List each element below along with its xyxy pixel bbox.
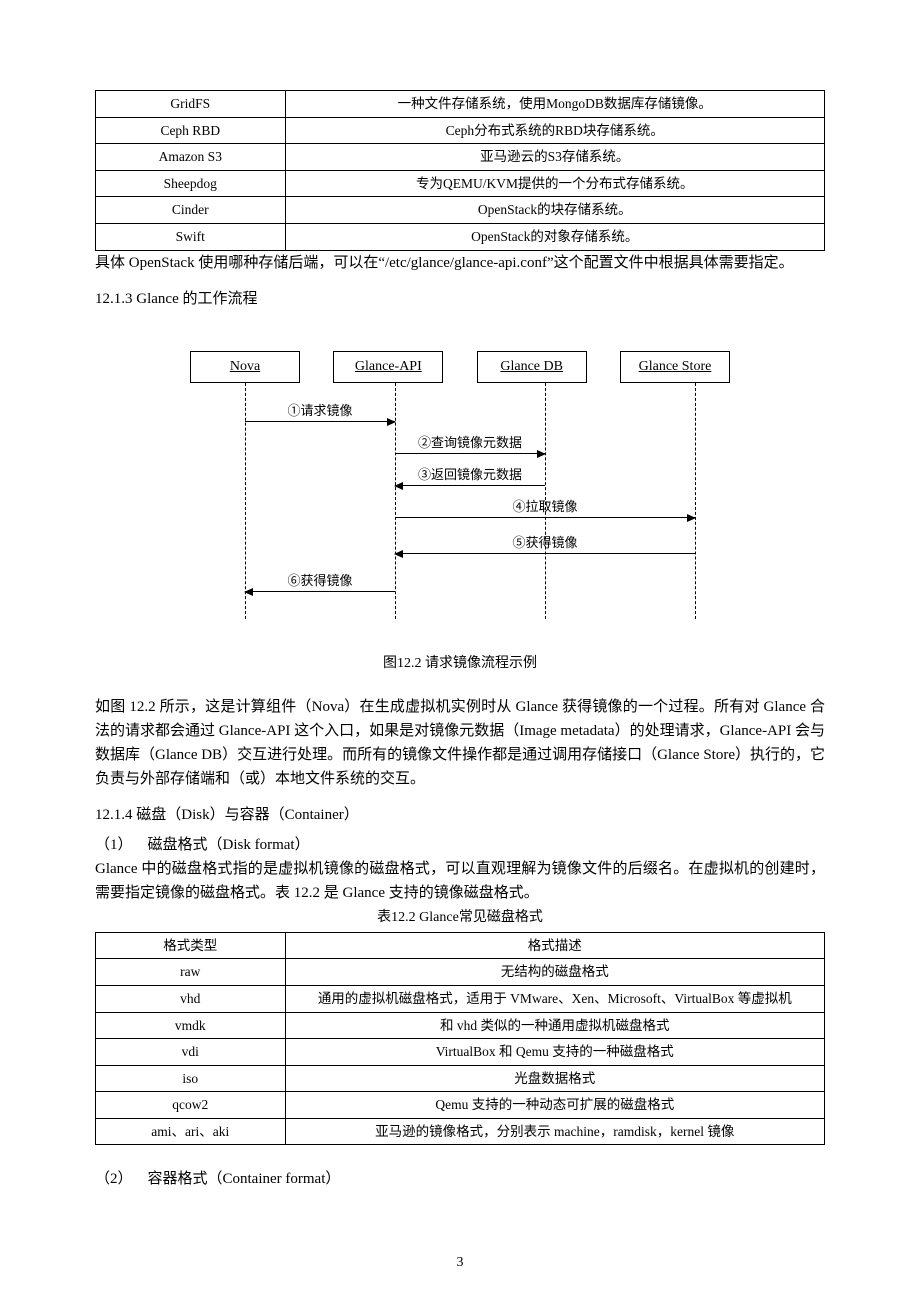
table-row: vdiVirtualBox 和 Qemu 支持的一种磁盘格式 bbox=[96, 1039, 825, 1066]
table-row: iso光盘数据格式 bbox=[96, 1065, 825, 1092]
table-cell: Cinder bbox=[96, 197, 286, 224]
page: GridFS一种文件存储系统，使用MongoDB数据库存储镜像。Ceph RBD… bbox=[0, 0, 920, 1302]
heading-item-2: （2） 容器格式（Container format） bbox=[95, 1167, 825, 1191]
sequence-actor: Nova bbox=[190, 351, 300, 383]
table-row: raw无结构的磁盘格式 bbox=[96, 959, 825, 986]
table-cell: Ceph分布式系统的RBD块存储系统。 bbox=[285, 117, 824, 144]
table-row: qcow2Qemu 支持的一种动态可扩展的磁盘格式 bbox=[96, 1092, 825, 1119]
sequence-message-label: ②查询镜像元数据 bbox=[395, 433, 545, 451]
heading-12-1-4: 12.1.4 磁盘（Disk）与容器（Container） bbox=[95, 803, 825, 827]
sequence-arrow bbox=[395, 553, 695, 554]
paragraph-disk-format: Glance 中的磁盘格式指的是虚拟机镜像的磁盘格式，可以直观理解为镜像文件的后… bbox=[95, 857, 825, 905]
table-cell: raw bbox=[96, 959, 286, 986]
sequence-actor: Glance-API bbox=[333, 351, 443, 383]
page-number: 3 bbox=[0, 1252, 920, 1274]
table-header-cell: 格式描述 bbox=[285, 932, 824, 959]
heading-12-1-3: 12.1.3 Glance 的工作流程 bbox=[95, 287, 825, 311]
figure-caption-12-2: 图12.2 请求镜像流程示例 bbox=[95, 653, 825, 675]
table-cell: GridFS bbox=[96, 91, 286, 118]
table-row: ami、ari、aki亚马逊的镜像格式，分别表示 machine，ramdisk… bbox=[96, 1118, 825, 1145]
table-cell: vdi bbox=[96, 1039, 286, 1066]
sequence-arrow bbox=[245, 421, 395, 422]
table-row: GridFS一种文件存储系统，使用MongoDB数据库存储镜像。 bbox=[96, 91, 825, 118]
sequence-arrow bbox=[245, 591, 395, 592]
table-cell: Amazon S3 bbox=[96, 144, 286, 171]
table-cell: 一种文件存储系统，使用MongoDB数据库存储镜像。 bbox=[285, 91, 824, 118]
table-cell: 专为QEMU/KVM提供的一个分布式存储系统。 bbox=[285, 170, 824, 197]
disk-format-table: 格式类型格式描述 raw无结构的磁盘格式vhd通用的虚拟机磁盘格式，适用于 VM… bbox=[95, 932, 825, 1146]
table-cell: 亚马逊云的S3存储系统。 bbox=[285, 144, 824, 171]
sequence-message-label: ④拉取镜像 bbox=[395, 497, 695, 515]
table-row: vmdk和 vhd 类似的一种通用虚拟机磁盘格式 bbox=[96, 1012, 825, 1039]
table-cell: qcow2 bbox=[96, 1092, 286, 1119]
table-cell: 和 vhd 类似的一种通用虚拟机磁盘格式 bbox=[285, 1012, 824, 1039]
table-cell: OpenStack的对象存储系统。 bbox=[285, 223, 824, 250]
sequence-actor: Glance DB bbox=[477, 351, 587, 383]
sequence-arrow bbox=[395, 517, 695, 518]
table-header-cell: 格式类型 bbox=[96, 932, 286, 959]
table-cell: VirtualBox 和 Qemu 支持的一种磁盘格式 bbox=[285, 1039, 824, 1066]
sequence-arrow bbox=[395, 485, 545, 486]
table-row: Amazon S3亚马逊云的S3存储系统。 bbox=[96, 144, 825, 171]
table-cell: 光盘数据格式 bbox=[285, 1065, 824, 1092]
table-cell: ami、ari、aki bbox=[96, 1118, 286, 1145]
table-cell: 亚马逊的镜像格式，分别表示 machine，ramdisk，kernel 镜像 bbox=[285, 1118, 824, 1145]
table-row: vhd通用的虚拟机磁盘格式，适用于 VMware、Xen、Microsoft、V… bbox=[96, 985, 825, 1012]
table-row: Sheepdog专为QEMU/KVM提供的一个分布式存储系统。 bbox=[96, 170, 825, 197]
table-cell: Swift bbox=[96, 223, 286, 250]
sequence-message-label: ①请求镜像 bbox=[245, 401, 395, 419]
sequence-message-label: ⑥获得镜像 bbox=[245, 571, 395, 589]
sequence-message-label: ⑤获得镜像 bbox=[395, 533, 695, 551]
table-row: CinderOpenStack的块存储系统。 bbox=[96, 197, 825, 224]
table-cell: OpenStack的块存储系统。 bbox=[285, 197, 824, 224]
sequence-message-label: ③返回镜像元数据 bbox=[395, 465, 545, 483]
paragraph-config-note: 具体 OpenStack 使用哪种存储后端，可以在“/etc/glance/gl… bbox=[95, 251, 825, 275]
sequence-diagram: Nova Glance-API Glance DB Glance Store ①请求镜… bbox=[180, 351, 740, 619]
sequence-actor: Glance Store bbox=[620, 351, 730, 383]
table-cell: vhd bbox=[96, 985, 286, 1012]
table-row: Ceph RBDCeph分布式系统的RBD块存储系统。 bbox=[96, 117, 825, 144]
table-cell: 无结构的磁盘格式 bbox=[285, 959, 824, 986]
storage-backend-table: GridFS一种文件存储系统，使用MongoDB数据库存储镜像。Ceph RBD… bbox=[95, 90, 825, 251]
heading-item-1: （1） 磁盘格式（Disk format） bbox=[95, 833, 825, 857]
lifeline-glance-store bbox=[695, 383, 696, 619]
table-cell: Ceph RBD bbox=[96, 117, 286, 144]
table-caption-12-2: 表12.2 Glance常见磁盘格式 bbox=[95, 907, 825, 929]
paragraph-12-2-desc: 如图 12.2 所示，这是计算组件（Nova）在生成虚拟机实例时从 Glance… bbox=[95, 695, 825, 791]
table-row: SwiftOpenStack的对象存储系统。 bbox=[96, 223, 825, 250]
sequence-arrow bbox=[395, 453, 545, 454]
table-cell: vmdk bbox=[96, 1012, 286, 1039]
table-cell: 通用的虚拟机磁盘格式，适用于 VMware、Xen、Microsoft、Virt… bbox=[285, 985, 824, 1012]
table-cell: Sheepdog bbox=[96, 170, 286, 197]
table-cell: Qemu 支持的一种动态可扩展的磁盘格式 bbox=[285, 1092, 824, 1119]
table-cell: iso bbox=[96, 1065, 286, 1092]
